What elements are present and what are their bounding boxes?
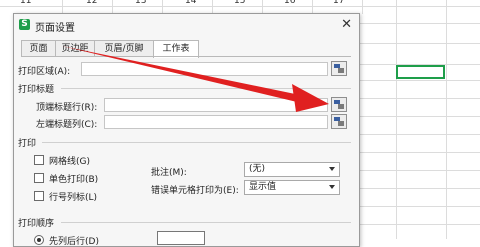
annotation-arrow xyxy=(62,46,329,112)
arrow-head xyxy=(292,84,329,112)
arrow-shaft xyxy=(62,46,300,102)
